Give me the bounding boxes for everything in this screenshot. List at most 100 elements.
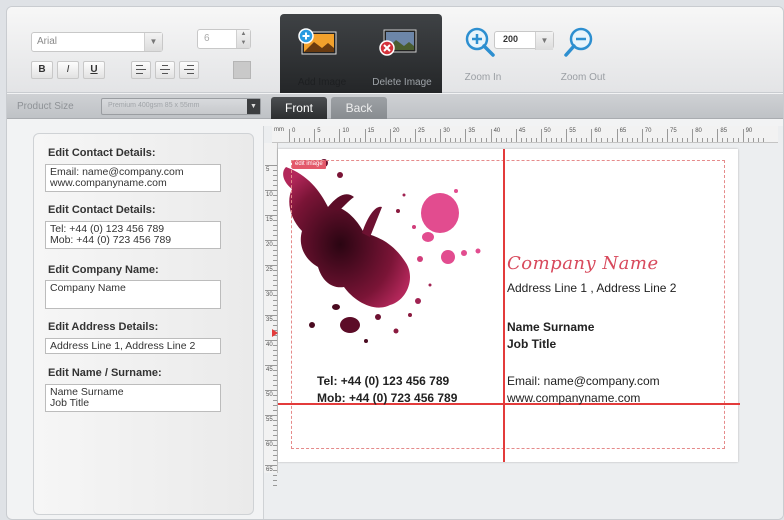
- card-tel[interactable]: Tel: +44 (0) 123 456 789: [317, 374, 449, 388]
- bold-button[interactable]: B: [31, 61, 53, 79]
- ruler-minor-tick: [273, 475, 277, 476]
- ruler-label: 25: [418, 128, 425, 134]
- ruler-minor-tick: [273, 280, 277, 281]
- card-name[interactable]: Name Surname: [507, 320, 594, 334]
- ruler-label: 5: [266, 167, 270, 173]
- ruler-label: 30: [443, 128, 450, 134]
- ruler-minor-tick: [646, 138, 648, 142]
- ruler-tick: [314, 129, 316, 142]
- add-image-button[interactable]: Add Image: [282, 20, 362, 90]
- field-line: Mob: +44 (0) 723 456 789: [50, 235, 172, 246]
- ruler-minor-tick: [525, 138, 527, 142]
- ruler-minor-tick: [329, 138, 331, 142]
- ruler-tick: [541, 129, 542, 142]
- guide-line-vertical[interactable]: [503, 149, 505, 462]
- ruler-minor-tick: [273, 325, 277, 326]
- ruler-tick: [265, 465, 277, 466]
- ruler-minor-tick: [727, 138, 729, 142]
- ruler-minor-tick: [495, 138, 497, 142]
- phone-field[interactable]: Tel: +44 (0) 123 456 789 Mob: +44 (0) 72…: [45, 221, 221, 249]
- zoom-out-button[interactable]: Zoom Out: [543, 21, 623, 87]
- card-website[interactable]: www.companyname.com: [507, 391, 640, 405]
- ruler-minor-tick: [309, 138, 311, 142]
- email-web-field[interactable]: Email: name@company.com www.companyname.…: [45, 164, 221, 192]
- ruler-minor-tick: [299, 138, 301, 142]
- card-job-title[interactable]: Job Title: [507, 337, 556, 351]
- card-company-name[interactable]: Company Name: [507, 253, 659, 274]
- tab-front[interactable]: Front: [271, 97, 327, 119]
- ruler-minor-tick: [757, 138, 759, 142]
- font-size-input[interactable]: 6 ▲ ▼: [197, 29, 251, 49]
- product-size-select[interactable]: Premium 400gsm 85 x 55mm ▼: [101, 98, 261, 115]
- ruler-minor-tick: [349, 138, 351, 142]
- business-card[interactable]: edit image Company Name Address Line 1 ,…: [278, 149, 740, 462]
- ruler-minor-tick: [304, 138, 306, 142]
- ruler-label: 75: [670, 128, 677, 134]
- app-frame: Arial ▼ 6 ▲ ▼ B I U Add Image Delete Ima…: [6, 6, 784, 520]
- ruler-tick: [265, 290, 277, 291]
- address-field[interactable]: Address Line 1, Address Line 2: [45, 338, 221, 354]
- ruler-tick: [265, 190, 277, 191]
- ruler-minor-tick: [460, 138, 462, 142]
- ruler-label: 85: [720, 128, 728, 134]
- ruler-minor-tick: [273, 245, 277, 246]
- ruler-minor-tick: [475, 138, 477, 142]
- product-size-label: Product Size: [17, 101, 74, 112]
- ruler-label: 15: [367, 128, 375, 134]
- align-center-button[interactable]: [155, 61, 175, 79]
- underline-button[interactable]: U: [83, 61, 105, 79]
- ruler-minor-tick: [273, 350, 277, 351]
- delete-image-button[interactable]: Delete Image: [362, 20, 442, 90]
- ruler-tick: [591, 129, 593, 142]
- ruler-minor-tick: [722, 138, 724, 142]
- ruler-minor-tick: [682, 138, 684, 142]
- ruler-tick: [692, 129, 694, 142]
- ruler-tick: [265, 240, 277, 241]
- name-job-field[interactable]: Name Surname Job Title: [45, 384, 221, 412]
- ruler-minor-tick: [581, 138, 583, 142]
- ruler-minor-tick: [369, 138, 371, 142]
- ruler-minor-tick: [480, 138, 482, 142]
- card-email[interactable]: Email: name@company.com: [507, 374, 660, 388]
- ruler-minor-tick: [273, 370, 277, 371]
- ruler-label: 45: [266, 367, 273, 373]
- ruler-label: 50: [266, 392, 273, 398]
- ruler-minor-tick: [712, 138, 714, 142]
- ruler-minor-tick: [384, 138, 386, 142]
- ruler-minor-tick: [273, 225, 277, 226]
- ruler-minor-tick: [505, 138, 507, 142]
- text-color-swatch[interactable]: [233, 61, 251, 79]
- zoom-out-label: Zoom Out: [560, 72, 606, 83]
- company-name-field[interactable]: Company Name: [45, 280, 221, 309]
- ruler-minor-tick: [687, 138, 689, 142]
- ruler-minor-tick: [752, 138, 754, 142]
- align-center-icon: [156, 65, 174, 74]
- ruler-minor-tick: [510, 138, 512, 142]
- ruler-label: 30: [266, 292, 273, 298]
- ruler-tick: [667, 129, 668, 142]
- ruler-minor-tick: [586, 138, 588, 142]
- ruler-label: 55: [266, 417, 273, 423]
- ruler-minor-tick: [435, 138, 437, 142]
- font-family-value: Arial: [37, 36, 58, 47]
- toolbar: Arial ▼ 6 ▲ ▼ B I U Add Image Delete Ima…: [7, 7, 783, 93]
- ruler-label: 20: [266, 242, 273, 248]
- card-address[interactable]: Address Line 1 , Address Line 2: [507, 281, 676, 295]
- card-mob[interactable]: Mob: +44 (0) 723 456 789: [317, 391, 457, 405]
- italic-button[interactable]: I: [57, 61, 79, 79]
- align-right-button[interactable]: [179, 61, 199, 79]
- ruler-tick: [265, 215, 277, 216]
- ruler-minor-tick: [273, 195, 277, 196]
- ruler-minor-tick: [319, 138, 321, 142]
- field-line: Name Surname: [50, 387, 124, 398]
- ruler-label: 35: [468, 128, 476, 134]
- stepper-icon[interactable]: ▲ ▼: [236, 30, 250, 48]
- ruler-minor-tick: [485, 138, 487, 142]
- ruler-minor-tick: [621, 138, 623, 142]
- font-family-select[interactable]: Arial ▼: [31, 32, 163, 52]
- align-left-button[interactable]: [131, 61, 151, 79]
- ruler-minor-tick: [273, 460, 277, 461]
- ruler-minor-tick: [672, 138, 674, 142]
- ruler-label: 10: [342, 128, 350, 134]
- tab-back[interactable]: Back: [331, 97, 387, 119]
